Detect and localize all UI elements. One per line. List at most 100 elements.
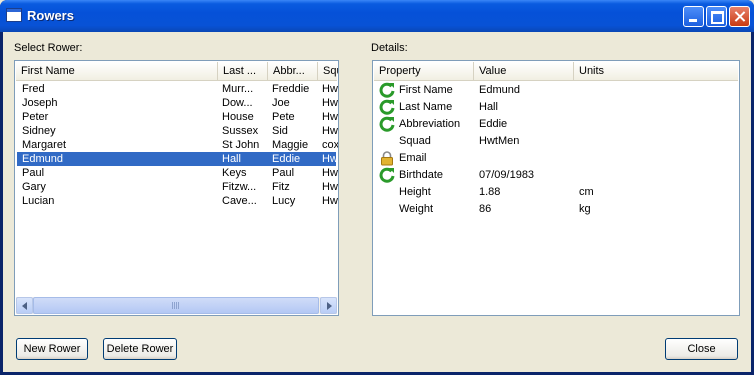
table-row[interactable]: Margaret St John Maggie cox [17, 138, 338, 152]
last-name-cell: Keys [222, 167, 247, 179]
property-row[interactable]: Birthdate 07/09/1983 [375, 167, 738, 183]
last-name-cell: Sussex [222, 125, 259, 137]
column-header-last-name[interactable]: Last ... [218, 62, 268, 80]
select-rower-label: Select Rower: [14, 42, 83, 54]
property-value-cell[interactable] [479, 151, 575, 165]
rower-list[interactable]: First Name Last ... Abbr... Squ Fred Murr… [14, 60, 339, 316]
squad-cell: Hw [322, 167, 338, 179]
property-units-cell [579, 134, 639, 148]
property-value-cell[interactable]: Eddie [479, 117, 575, 131]
abbreviation-cell: Eddie [272, 153, 301, 165]
property-row[interactable]: Last Name Hall [375, 99, 738, 115]
abbreviation-cell: Freddie [272, 83, 310, 95]
close-button[interactable]: Close [665, 338, 738, 360]
window-title: Rowers [27, 8, 74, 23]
refresh-icon [379, 116, 395, 132]
property-units-cell: cm [579, 186, 594, 198]
first-name-cell: Paul [22, 167, 45, 179]
property-row[interactable]: Squad HwtMen [375, 134, 738, 148]
abbreviation-cell: Lucy [272, 195, 296, 207]
property-value-cell[interactable]: 86 [479, 202, 575, 216]
last-name-cell: Fitzw... [222, 181, 257, 193]
details-grid[interactable]: Property Value Units First Name Edmund Las… [372, 60, 740, 316]
property-name-cell: Last Name [399, 101, 453, 113]
squad-cell: Hw [322, 125, 338, 137]
property-units-cell [579, 100, 639, 114]
squad-cell: Hw [322, 181, 338, 193]
table-row[interactable]: Fred Murr... Freddie Hw [17, 82, 338, 96]
property-units-cell [579, 117, 639, 131]
property-name-cell: Email [399, 152, 427, 164]
table-row[interactable]: Sidney Sussex Sid Hw [17, 124, 338, 138]
squad-cell: Hw [322, 153, 338, 165]
squad-cell: Hw [322, 111, 338, 123]
first-name-cell: Fred [22, 83, 45, 95]
column-header-first-name[interactable]: First Name [16, 62, 218, 80]
close-window-button[interactable] [729, 6, 750, 27]
refresh-icon [379, 82, 395, 98]
maximize-button[interactable] [706, 6, 727, 27]
property-value-cell[interactable]: HwtMen [479, 134, 575, 148]
property-name-cell: Height [399, 186, 431, 198]
lock-icon [379, 150, 395, 166]
squad-cell: cox [322, 139, 338, 151]
last-name-cell: Dow... [222, 97, 253, 109]
last-name-cell: House [222, 111, 254, 123]
abbreviation-cell: Maggie [272, 139, 309, 151]
property-units-cell [579, 168, 639, 182]
squad-cell: Hw [322, 195, 338, 207]
table-row[interactable]: Lucian Cave... Lucy Hw [17, 194, 338, 208]
last-name-cell: Cave... [222, 195, 257, 207]
squad-cell: Hw [322, 97, 338, 109]
last-name-cell: St John [222, 139, 260, 151]
scroll-left-button[interactable] [16, 297, 33, 314]
title-bar[interactable]: Rowers [0, 0, 754, 32]
last-name-cell: Murr... [222, 83, 254, 95]
abbreviation-cell: Fitz [272, 181, 290, 193]
property-value-cell[interactable]: 1.88 [479, 185, 575, 199]
delete-rower-button[interactable]: Delete Rower [103, 338, 177, 360]
scroll-right-button[interactable] [320, 297, 337, 314]
property-name-cell: Birthdate [399, 169, 444, 181]
refresh-icon [379, 167, 395, 183]
column-header-property[interactable]: Property [374, 62, 474, 80]
column-header-squad[interactable]: Squ [318, 62, 338, 80]
squad-cell: Hw [322, 83, 338, 95]
minimize-button[interactable] [683, 6, 704, 27]
first-name-cell: Margaret [22, 139, 67, 151]
property-row[interactable]: Weight 86 kg [375, 202, 738, 216]
property-row[interactable]: Abbreviation Eddie [375, 116, 738, 132]
abbreviation-cell: Pete [272, 111, 295, 123]
property-row[interactable]: Height 1.88 cm [375, 185, 738, 199]
horizontal-scrollbar[interactable] [16, 297, 337, 314]
table-row[interactable]: Peter House Pete Hw [17, 110, 338, 124]
client-area: Select Rower: First Name Last ... Abbr..… [3, 32, 751, 372]
column-header-units[interactable]: Units [574, 62, 738, 80]
table-row[interactable]: Gary Fitzw... Fitz Hw [17, 180, 338, 194]
property-value-cell[interactable]: 07/09/1983 [479, 168, 575, 182]
abbreviation-cell: Joe [272, 97, 290, 109]
table-row[interactable]: Paul Keys Paul Hw [17, 166, 338, 180]
property-units-cell: kg [579, 203, 591, 215]
table-row[interactable]: Joseph Dow... Joe Hw [17, 96, 338, 110]
scrollbar-thumb[interactable] [33, 297, 319, 314]
abbreviation-cell: Paul [272, 167, 295, 179]
property-row[interactable]: First Name Edmund [375, 82, 738, 98]
first-name-cell: Edmund [22, 153, 63, 165]
first-name-cell: Sidney [22, 125, 56, 137]
column-header-abbreviation[interactable]: Abbr... [268, 62, 318, 80]
first-name-cell: Joseph [22, 97, 58, 109]
property-row[interactable]: Email [375, 150, 738, 166]
property-value-cell[interactable]: Edmund [479, 83, 575, 97]
first-name-cell: Gary [22, 181, 46, 193]
details-grid-header: Property Value Units [374, 62, 738, 81]
property-value-cell[interactable]: Hall [479, 100, 575, 114]
property-units-cell [579, 151, 639, 165]
rowers-window: Rowers Select Rower: First Name Last ...… [0, 0, 754, 375]
window-icon [6, 8, 22, 22]
first-name-cell: Peter [22, 111, 49, 123]
table-row[interactable]: Edmund Hall Eddie Hw [17, 152, 338, 166]
new-rower-button[interactable]: New Rower [16, 338, 88, 360]
first-name-cell: Lucian [22, 195, 55, 207]
column-header-value[interactable]: Value [474, 62, 574, 80]
